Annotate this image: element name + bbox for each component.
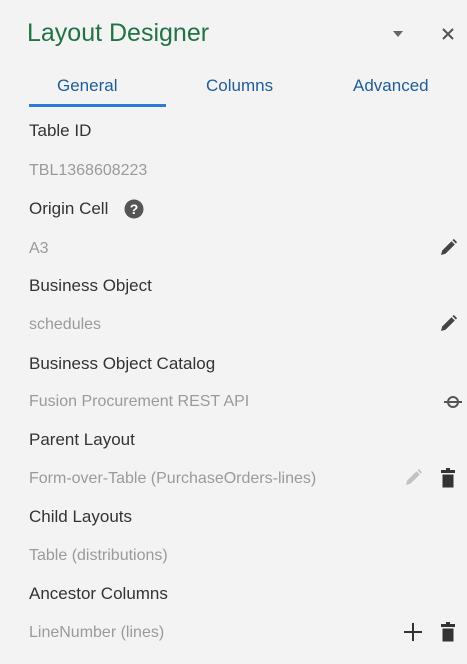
close-icon bbox=[442, 28, 454, 40]
business-object-label: Business Object bbox=[29, 276, 152, 295]
close-button[interactable] bbox=[436, 22, 460, 46]
tab-bar: General Columns Advanced bbox=[0, 62, 467, 110]
panel-menu-button[interactable] bbox=[386, 22, 410, 46]
origin-cell-label: Origin Cell bbox=[29, 199, 109, 218]
add-ancestor-column-button[interactable] bbox=[402, 621, 424, 643]
delete-parent-layout-button[interactable] bbox=[437, 467, 459, 489]
edit-parent-layout-button[interactable] bbox=[402, 467, 424, 489]
tab-columns[interactable]: Columns bbox=[206, 76, 273, 96]
edit-pencil-icon bbox=[406, 468, 423, 485]
add-icon bbox=[404, 623, 422, 641]
edit-pencil-icon bbox=[441, 314, 458, 331]
child-layouts-value: Table (distributions) bbox=[29, 547, 168, 564]
ancestor-columns-label: Ancestor Columns bbox=[29, 584, 168, 603]
business-object-value: schedules bbox=[29, 316, 102, 333]
catalog-info-icon bbox=[444, 396, 462, 408]
child-layouts-label: Child Layouts bbox=[29, 507, 133, 526]
business-object-catalog-label: Business Object Catalog bbox=[29, 354, 216, 373]
origin-cell-value: A3 bbox=[29, 240, 49, 257]
panel-header: Layout Designer bbox=[0, 0, 467, 62]
panel-title: Layout Designer bbox=[27, 19, 210, 47]
chevron-down-icon bbox=[393, 31, 403, 37]
active-tab-indicator bbox=[29, 104, 166, 107]
trash-icon bbox=[441, 468, 455, 488]
parent-layout-label: Parent Layout bbox=[29, 430, 135, 449]
edit-business-object-button[interactable] bbox=[437, 313, 459, 335]
trash-icon bbox=[441, 622, 455, 642]
table-id-label: Table ID bbox=[29, 121, 92, 140]
business-object-catalog-value: Fusion Procurement REST API bbox=[29, 393, 250, 410]
table-id-value: TBL1368608223 bbox=[29, 162, 148, 179]
edit-pencil-icon bbox=[441, 238, 458, 255]
edit-origin-cell-button[interactable] bbox=[437, 237, 459, 259]
delete-ancestor-column-button[interactable] bbox=[437, 621, 459, 643]
ancestor-columns-value: LineNumber (lines) bbox=[29, 624, 165, 641]
parent-layout-value: Form-over-Table (PurchaseOrders-lines) bbox=[29, 470, 317, 487]
tab-general[interactable]: General bbox=[57, 76, 117, 96]
help-icon[interactable]: ? bbox=[124, 199, 144, 219]
tab-advanced[interactable]: Advanced bbox=[353, 76, 429, 96]
svg-text:?: ? bbox=[130, 201, 139, 217]
catalog-info-button[interactable] bbox=[442, 391, 464, 413]
